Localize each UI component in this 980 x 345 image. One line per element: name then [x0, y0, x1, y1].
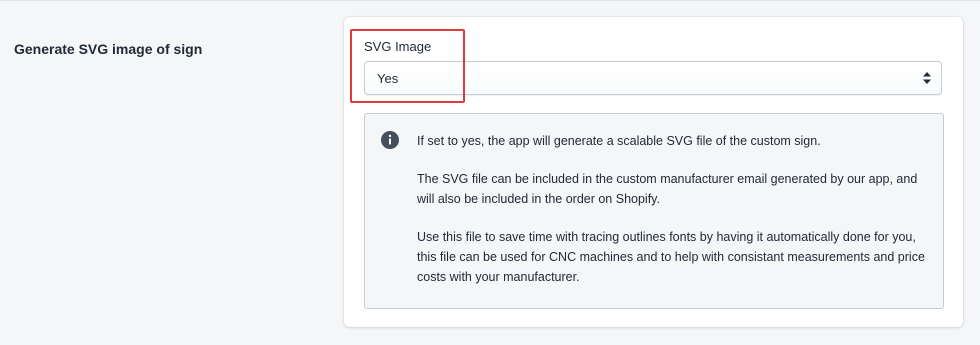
info-paragraph: Use this file to save time with tracing …	[417, 230, 925, 284]
svg-image-select[interactable]: Yes	[364, 61, 942, 95]
select-arrows-icon	[923, 72, 931, 84]
info-circle-icon	[381, 131, 399, 149]
select-value: Yes	[377, 71, 399, 86]
info-box: If set to yes, the app will generate a s…	[364, 113, 944, 309]
info-text: If set to yes, the app will generate a s…	[417, 131, 927, 287]
section-title: Generate SVG image of sign	[14, 41, 203, 57]
svg-image-label: SVG Image	[364, 39, 432, 54]
info-paragraph: If set to yes, the app will generate a s…	[417, 134, 821, 148]
info-paragraph: The SVG file can be included in the cust…	[417, 172, 918, 206]
top-divider	[0, 0, 980, 1]
settings-card: SVG Image Yes If set to yes, the app wil…	[344, 17, 963, 327]
